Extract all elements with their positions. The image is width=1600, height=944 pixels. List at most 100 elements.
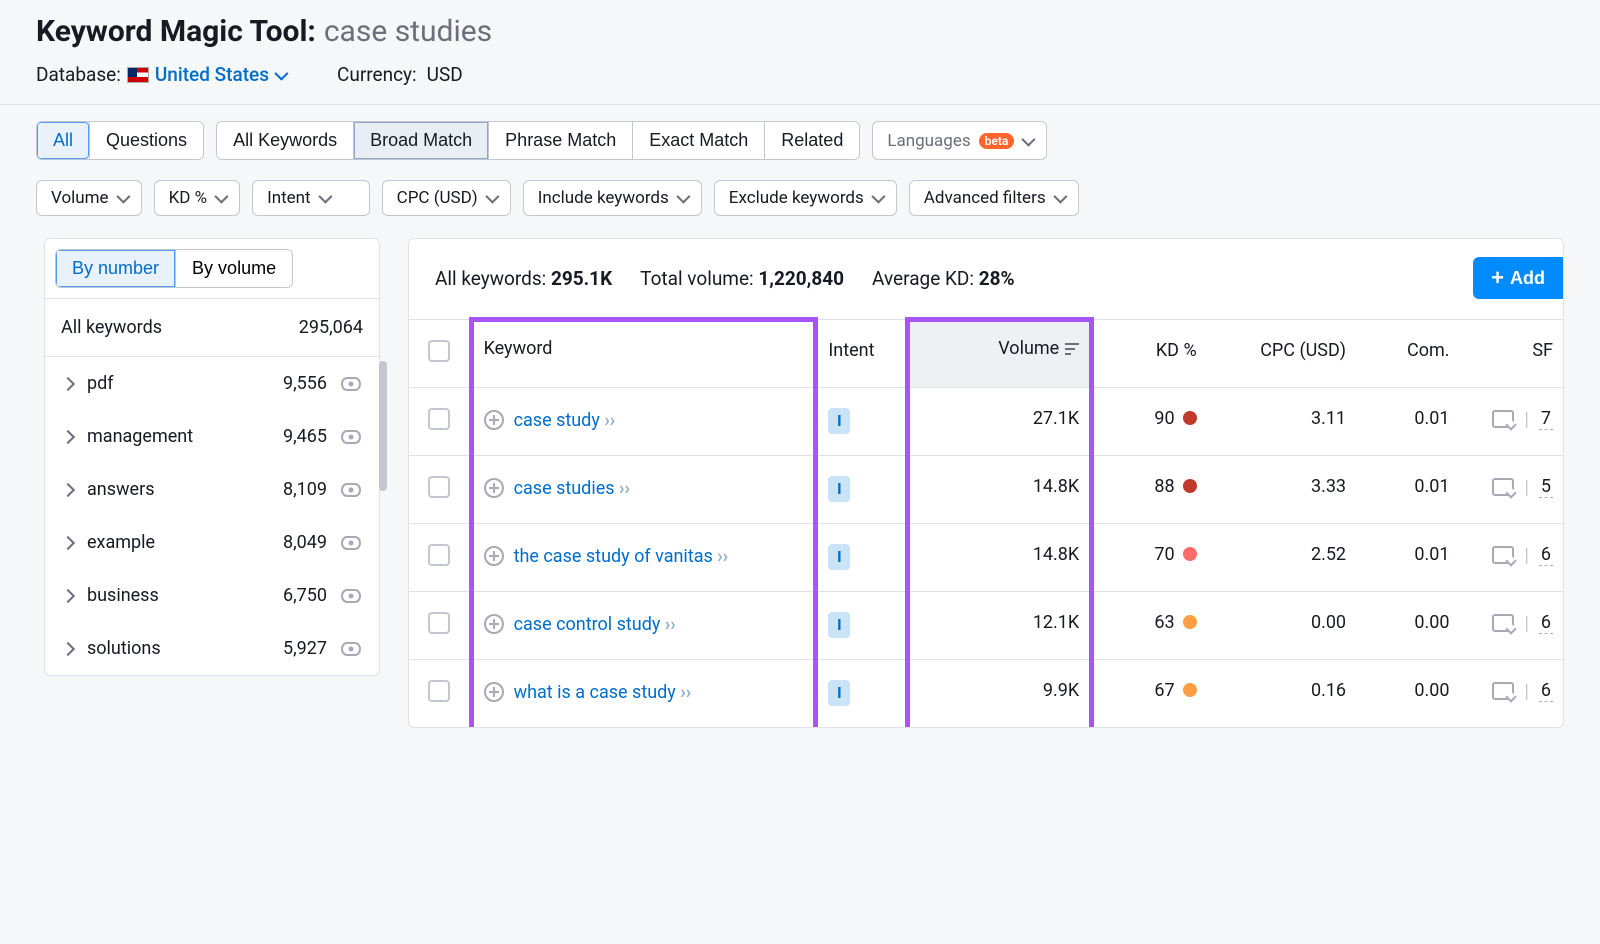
serp-features-icon[interactable] <box>1492 614 1514 632</box>
col-cpc[interactable]: CPC (USD) <box>1207 320 1356 388</box>
sidebar-all-keywords[interactable]: All keywords 295,064 <box>45 299 379 357</box>
add-button[interactable]: +Add <box>1473 257 1563 299</box>
sf-count[interactable]: 6 <box>1539 544 1553 566</box>
sort-by-volume[interactable]: By volume <box>175 250 292 287</box>
open-icon[interactable]: ›› <box>604 410 615 431</box>
col-volume[interactable]: Volume <box>908 320 1092 388</box>
col-kd[interactable]: KD % <box>1092 320 1207 388</box>
sf-count[interactable]: 6 <box>1539 612 1553 634</box>
com-value: 0.00 <box>1356 592 1459 660</box>
match-related[interactable]: Related <box>764 122 859 159</box>
eye-icon[interactable] <box>341 642 361 656</box>
eye-icon[interactable] <box>341 377 361 391</box>
expand-icon[interactable] <box>484 682 504 702</box>
chevron-down-icon <box>214 190 228 204</box>
keyword-link[interactable]: the case study of vanitas <box>514 546 713 567</box>
filter-exclude-keywords[interactable]: Exclude keywords <box>714 180 897 216</box>
tab-all[interactable]: All <box>37 122 89 159</box>
sf-count[interactable]: 7 <box>1539 408 1553 430</box>
database-label: Database: <box>36 63 121 86</box>
database-value: United States <box>155 63 269 86</box>
table-body: case study ›› I 27.1K 90 3.11 0.01 |7 ca… <box>409 388 1563 728</box>
sidebar-item[interactable]: pdf 9,556 <box>45 357 379 410</box>
expand-icon[interactable] <box>484 546 504 566</box>
filter-label: CPC (USD) <box>397 188 478 208</box>
select-all-checkbox[interactable] <box>428 340 450 362</box>
volume-value: 27.1K <box>908 388 1092 456</box>
kd-difficulty-dot <box>1183 615 1197 629</box>
row-checkbox[interactable] <box>428 476 450 498</box>
match-phrase[interactable]: Phrase Match <box>488 122 632 159</box>
filter-volume[interactable]: Volume <box>36 180 142 216</box>
table-row: what is a case study ›› I 9.9K 67 0.16 0… <box>409 660 1563 728</box>
row-checkbox[interactable] <box>428 612 450 634</box>
match-all-keywords[interactable]: All Keywords <box>217 122 353 159</box>
keyword-link[interactable]: case control study <box>514 614 661 635</box>
filter-kd[interactable]: KD % <box>154 180 241 216</box>
sidebar-item-label: answers <box>87 479 269 500</box>
serp-features-icon[interactable] <box>1492 682 1514 700</box>
filter-include-keywords[interactable]: Include keywords <box>523 180 702 216</box>
keyword-link[interactable]: case studies <box>514 478 615 499</box>
kd-difficulty-dot <box>1183 411 1197 425</box>
match-exact[interactable]: Exact Match <box>632 122 764 159</box>
row-checkbox[interactable] <box>428 544 450 566</box>
open-icon[interactable]: ›› <box>717 546 728 567</box>
chevron-right-icon <box>61 535 75 549</box>
filter-cpc[interactable]: CPC (USD) <box>382 180 511 216</box>
sidebar-item[interactable]: solutions 5,927 <box>45 622 379 675</box>
sidebar-item[interactable]: answers 8,109 <box>45 463 379 516</box>
row-checkbox[interactable] <box>428 408 450 430</box>
sidebar-item[interactable]: management 9,465 <box>45 410 379 463</box>
sidebar-item-count: 8,049 <box>283 532 327 553</box>
chevron-down-icon <box>1022 132 1036 146</box>
expand-icon[interactable] <box>484 614 504 634</box>
filter-advanced[interactable]: Advanced filters <box>909 180 1079 216</box>
sort-by-number[interactable]: By number <box>56 250 175 287</box>
chevron-down-icon <box>485 190 499 204</box>
open-icon[interactable]: ›› <box>680 682 691 703</box>
kd-value: 67 <box>1092 660 1207 728</box>
open-icon[interactable]: ›› <box>665 614 676 635</box>
match-broad[interactable]: Broad Match <box>353 122 488 159</box>
serp-features-icon[interactable] <box>1492 546 1514 564</box>
col-sf[interactable]: SF <box>1460 320 1564 388</box>
intent-badge: I <box>828 612 850 638</box>
kd-difficulty-dot <box>1183 683 1197 697</box>
keyword-link[interactable]: case study <box>514 410 600 431</box>
sidebar-item[interactable]: business 6,750 <box>45 569 379 622</box>
sidebar-item[interactable]: example 8,049 <box>45 516 379 569</box>
col-keyword[interactable]: Keyword <box>471 320 816 388</box>
us-flag-icon <box>127 67 149 83</box>
expand-icon[interactable] <box>484 478 504 498</box>
expand-icon[interactable] <box>484 410 504 430</box>
summary-total-volume: Total volume: 1,220,840 <box>640 267 844 290</box>
eye-icon[interactable] <box>341 430 361 444</box>
sf-count[interactable]: 6 <box>1539 680 1553 702</box>
chevron-right-icon <box>61 482 75 496</box>
database-selector[interactable]: Database: United States <box>36 63 285 86</box>
eye-icon[interactable] <box>341 483 361 497</box>
serp-features-icon[interactable] <box>1492 410 1514 428</box>
eye-icon[interactable] <box>341 589 361 603</box>
sidebar-item-label: solutions <box>87 638 269 659</box>
row-checkbox[interactable] <box>428 680 450 702</box>
sf-count[interactable]: 5 <box>1539 476 1553 498</box>
filter-intent[interactable]: Intent <box>252 180 370 216</box>
chevron-down-icon <box>116 190 130 204</box>
serp-features-icon[interactable] <box>1492 478 1514 496</box>
tab-questions[interactable]: Questions <box>89 122 203 159</box>
page-title: Keyword Magic Tool: case studies <box>36 14 1564 49</box>
sidebar-item-count: 5,927 <box>283 638 327 659</box>
scrollbar[interactable] <box>379 361 387 841</box>
col-intent[interactable]: Intent <box>816 320 908 388</box>
chevron-right-icon <box>61 588 75 602</box>
eye-icon[interactable] <box>341 536 361 550</box>
open-icon[interactable]: ›› <box>619 478 630 499</box>
languages-dropdown[interactable]: Languages beta <box>872 121 1047 160</box>
summary-average-kd: Average KD: 28% <box>872 267 1015 290</box>
volume-value: 14.8K <box>908 456 1092 524</box>
main-panel: All keywords: 295.1K Total volume: 1,220… <box>408 238 1564 728</box>
col-com[interactable]: Com. <box>1356 320 1459 388</box>
keyword-link[interactable]: what is a case study <box>514 682 676 703</box>
